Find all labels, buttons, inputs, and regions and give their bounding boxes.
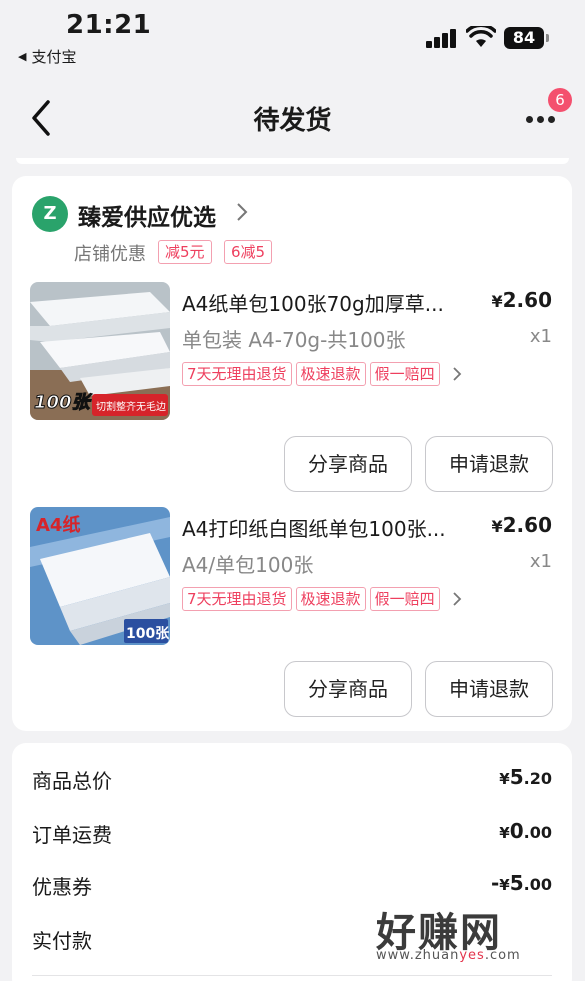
shop-promo-label: 店铺优惠 — [74, 244, 146, 265]
summary-label-coupon: 优惠券 — [32, 875, 92, 899]
value-decimal: .00 — [523, 875, 552, 894]
request-refund-button[interactable]: 申请退款 — [425, 436, 553, 492]
summary-label-total-paid: 实付款 — [32, 929, 92, 953]
divider — [32, 975, 552, 976]
card-edge — [16, 158, 569, 164]
cellular-signal-icon — [426, 28, 458, 48]
shop-name[interactable]: 臻爱供应优选 — [78, 198, 216, 232]
summary-label-subtotal: 商品总价 — [32, 769, 112, 793]
wifi-icon — [466, 26, 496, 47]
value-integer: 0 — [509, 819, 524, 843]
price-value: 2.60 — [502, 288, 552, 312]
service-tags[interactable]: 7天无理由退货 极速退款 假一赔四 — [182, 587, 462, 611]
notification-badge: 6 — [548, 88, 572, 112]
value-decimal: .20 — [523, 769, 552, 788]
product-title[interactable]: A4纸单包100张70g加厚草... — [182, 288, 482, 317]
summary-value-subtotal: ¥5.20 — [499, 765, 552, 789]
more-dot-icon — [537, 116, 544, 123]
currency-symbol: ¥ — [499, 770, 510, 788]
service-tag: 极速退款 — [295, 587, 366, 611]
service-tags[interactable]: 7天无理由退货 极速退款 假一赔四 — [182, 362, 462, 386]
product-quantity: x1 — [529, 551, 552, 572]
currency-symbol: ¥ — [499, 824, 510, 842]
product-thumbnail[interactable]: 100张 切割整齐无毛边 — [30, 282, 170, 420]
nav-bar: 待发货 6 — [0, 74, 585, 158]
watermark-url-highlight: yes — [459, 948, 485, 963]
back-to-app-link[interactable]: ◀ 支付宝 — [18, 46, 76, 67]
share-product-button[interactable]: 分享商品 — [284, 661, 412, 717]
currency-symbol: ¥ — [491, 517, 503, 536]
product-spec: A4/单包100张 — [182, 553, 314, 577]
currency-symbol: ¥ — [491, 292, 503, 311]
order-item[interactable]: A4纸 100张 A4打印纸白图纸单包100张... ¥2.60 A4/单包10… — [12, 507, 572, 729]
summary-value-shipping: ¥0.00 — [499, 819, 552, 843]
watermark-logo: 好赚网 www.zhuanyes.com — [376, 900, 576, 970]
product-price: ¥2.60 — [492, 513, 553, 537]
product-title[interactable]: A4打印纸白图纸单包100张... — [182, 513, 482, 542]
promo-tag: 6减5 — [224, 240, 273, 264]
battery-icon: 84 — [504, 27, 544, 49]
chevron-right-icon[interactable] — [452, 591, 462, 607]
more-dot-icon — [548, 116, 555, 123]
price-value: 2.60 — [502, 513, 552, 537]
shop-logo: Z — [32, 196, 68, 232]
thumb-caption: A4纸 — [36, 515, 81, 536]
summary-label-shipping: 订单运费 — [32, 823, 112, 847]
product-spec: 单包装 A4-70g-共100张 — [182, 328, 406, 352]
thumb-count: 100张 — [126, 626, 170, 642]
status-bar: 21:21 ◀ 支付宝 84 — [0, 0, 585, 74]
service-tag: 7天无理由退货 — [182, 362, 292, 386]
more-dot-icon — [526, 116, 533, 123]
chevron-right-icon[interactable] — [236, 202, 248, 222]
order-item[interactable]: 100张 切割整齐无毛边 A4纸单包100张70g加厚草... ¥2.60 单包… — [12, 282, 572, 504]
watermark-url-part: .com — [484, 948, 521, 963]
service-tag: 7天无理由退货 — [182, 587, 292, 611]
back-app-label: 支付宝 — [31, 48, 77, 66]
watermark-url: www.zhuanyes.com — [376, 948, 521, 963]
summary-value-coupon: -¥5.00 — [491, 871, 552, 895]
value-decimal: .00 — [523, 823, 552, 842]
order-card: Z 臻爱供应优选 店铺优惠 减5元 6减5 100张 切割整齐无毛边 A4纸单包… — [12, 176, 572, 731]
thumb-banner: 切割整齐无毛边 — [96, 402, 166, 413]
currency-symbol: ¥ — [499, 876, 510, 894]
back-triangle-icon: ◀ — [18, 50, 27, 63]
battery-nub — [546, 34, 549, 42]
thumb-caption: 100张 — [34, 392, 91, 414]
value-integer: 5 — [509, 871, 524, 895]
chevron-right-icon[interactable] — [452, 366, 462, 382]
service-tag: 假一赔四 — [369, 362, 440, 386]
promo-tag: 减5元 — [158, 240, 212, 264]
service-tag: 极速退款 — [295, 362, 366, 386]
product-quantity: x1 — [529, 326, 552, 347]
value-integer: 5 — [509, 765, 524, 789]
request-refund-button[interactable]: 申请退款 — [425, 661, 553, 717]
product-thumbnail[interactable]: A4纸 100张 — [30, 507, 170, 645]
watermark-url-part: www.zhuan — [376, 948, 460, 963]
share-product-button[interactable]: 分享商品 — [284, 436, 412, 492]
service-tag: 假一赔四 — [369, 587, 440, 611]
status-time: 21:21 — [66, 10, 152, 40]
product-price: ¥2.60 — [492, 288, 553, 312]
page-title: 待发货 — [253, 106, 332, 136]
